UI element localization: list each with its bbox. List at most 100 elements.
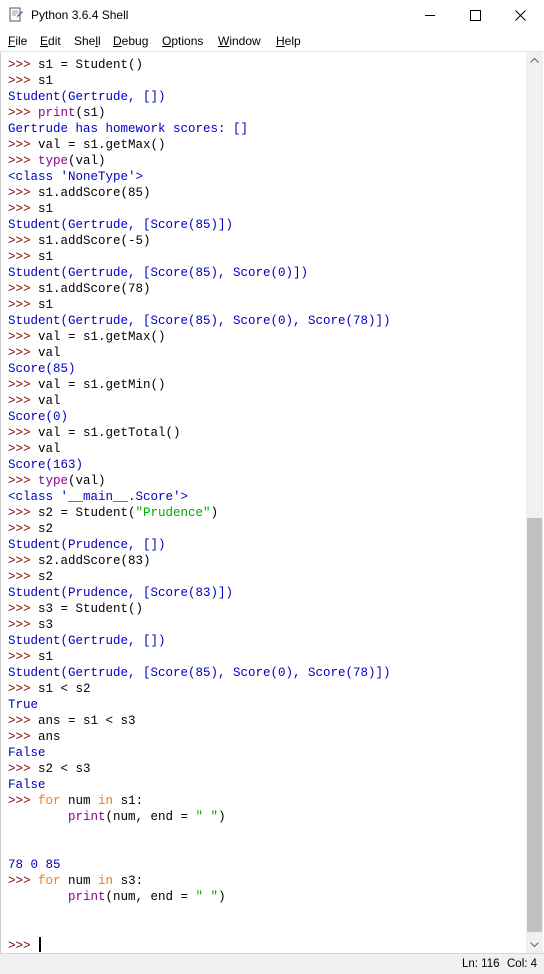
shell-token-prompt: >>> xyxy=(8,58,39,72)
shell-text-area[interactable]: >>> s1 = Student() >>> s1 Student(Gertrude… xyxy=(0,52,527,953)
shell-token-prompt: >>> xyxy=(8,330,39,344)
shell-token-builtin: type xyxy=(38,154,69,168)
shell-token-out: Score(163) xyxy=(8,458,84,472)
shell-token-out: Gertrude has homework scores: [] xyxy=(8,122,249,136)
shell-token-code: ) xyxy=(218,890,226,904)
shell-token-prompt: >>> xyxy=(8,186,39,200)
shell-line: print(num, end = " ") xyxy=(8,889,226,905)
shell-line: >>> type(val) xyxy=(8,473,106,489)
shell-line: >>> s1 xyxy=(8,201,53,217)
shell-line: >>> s2 xyxy=(8,569,53,585)
shell-token-kw: for xyxy=(38,874,61,888)
menu-options[interactable]: Options xyxy=(162,34,203,48)
title-bar[interactable]: Python 3.6.4 Shell xyxy=(0,0,544,31)
shell-token-prompt: >>> xyxy=(8,298,39,312)
shell-line: >>> val = s1.getTotal() xyxy=(8,425,181,441)
shell-line: print(num, end = " ") xyxy=(8,809,226,825)
shell-token-out: Student(Prudence, [Score(83)]) xyxy=(8,586,234,600)
shell-token-code: val xyxy=(38,346,61,360)
scrollbar-thumb[interactable] xyxy=(527,518,542,932)
shell-token-code: val = s1.getMin() xyxy=(38,378,166,392)
shell-token-out: True xyxy=(8,698,39,712)
shell-token-code: s3: xyxy=(113,874,144,888)
shell-line: >>> val xyxy=(8,441,61,457)
shell-line: >>> val = s1.getMax() xyxy=(8,329,166,345)
shell-line: <class 'NoneType'> xyxy=(8,169,143,185)
shell-line: >>> s1.addScore(78) xyxy=(8,281,151,297)
shell-line: Student(Gertrude, [Score(85)]) xyxy=(8,217,233,233)
shell-token-out: Score(0) xyxy=(8,410,69,424)
shell-line: Score(163) xyxy=(8,457,83,473)
column-number: Col: 4 xyxy=(507,958,538,970)
shell-token-code: s1 xyxy=(38,250,54,264)
shell-line: >>> val xyxy=(8,345,61,361)
shell-token-code: s3 xyxy=(38,618,54,632)
close-button[interactable] xyxy=(498,0,543,31)
window-title: Python 3.6.4 Shell xyxy=(31,8,129,22)
shell-token-out: <class 'NoneType'> xyxy=(8,170,144,184)
scroll-up-button[interactable] xyxy=(526,52,543,69)
shell-line: >>> xyxy=(8,937,42,953)
shell-line: Gertrude has homework scores: [] xyxy=(8,121,248,137)
shell-token-prompt: >>> xyxy=(8,602,39,616)
shell-token-prompt: >>> xyxy=(8,202,39,216)
menu-shell[interactable]: Shell xyxy=(74,34,101,48)
shell-token-prompt: >>> xyxy=(8,618,39,632)
menu-window[interactable]: Window xyxy=(218,34,261,48)
shell-line: False xyxy=(8,777,46,793)
shell-token-builtin: type xyxy=(38,474,69,488)
shell-token-code: (val) xyxy=(68,154,106,168)
close-icon xyxy=(515,10,526,21)
status-bar: Ln: 116 Col: 4 xyxy=(0,953,544,974)
shell-line: >>> s1 xyxy=(8,649,53,665)
shell-line: >>> ans = s1 < s3 xyxy=(8,713,136,729)
shell-token-prompt: >>> xyxy=(8,714,39,728)
shell-token-code: (s1) xyxy=(75,106,106,120)
shell-token-str: " " xyxy=(195,890,219,904)
shell-token-prompt: >>> xyxy=(8,378,39,392)
shell-line: >>> s1 xyxy=(8,249,53,265)
shell-token-code: ) xyxy=(218,810,226,824)
shell-token-prompt: >>> xyxy=(8,874,39,888)
minimize-button[interactable] xyxy=(408,0,453,31)
shell-line: >>> s1.addScore(-5) xyxy=(8,233,151,249)
shell-token-prompt: >>> xyxy=(8,730,39,744)
shell-token-out: 78 0 85 xyxy=(8,858,61,872)
shell-token-prompt: >>> xyxy=(8,474,39,488)
shell-token-prompt: >>> xyxy=(8,554,39,568)
shell-token-prompt: >>> xyxy=(8,106,39,120)
shell-token-out: Student(Gertrude, []) xyxy=(8,634,166,648)
shell-line: Student(Prudence, [Score(83)]) xyxy=(8,585,233,601)
shell-token-code: s1 xyxy=(38,298,54,312)
shell-token-kw: in xyxy=(98,874,114,888)
shell-token-code: (num, end = xyxy=(105,810,196,824)
shell-token-code: s2 = Student( xyxy=(38,506,136,520)
shell-line: >>> type(val) xyxy=(8,153,106,169)
menu-debug[interactable]: Debug xyxy=(113,34,148,48)
shell-token-builtin: print xyxy=(68,810,106,824)
menu-edit[interactable]: Edit xyxy=(40,34,61,48)
shell-token-code: s1.addScore(85) xyxy=(38,186,151,200)
shell-token-code: s2 xyxy=(38,522,54,536)
shell-token-code: val = s1.getMax() xyxy=(38,330,166,344)
shell-line: >>> s1 xyxy=(8,73,53,89)
shell-token-kw: in xyxy=(98,794,114,808)
shell-token-code: s2.addScore(83) xyxy=(38,554,151,568)
shell-token-prompt: >>> xyxy=(8,682,39,696)
scroll-down-icon xyxy=(530,942,539,948)
shell-token-out: Student(Gertrude, [Score(85)]) xyxy=(8,218,234,232)
shell-token-prompt: >>> xyxy=(8,74,39,88)
maximize-icon xyxy=(470,10,481,21)
shell-line: >>> s3 = Student() xyxy=(8,601,143,617)
shell-token-prompt: >>> xyxy=(8,234,39,248)
shell-line: >>> print(s1) xyxy=(8,105,106,121)
menu-help[interactable]: Help xyxy=(276,34,301,48)
shell-token-code: ans = s1 < s3 xyxy=(38,714,136,728)
maximize-button[interactable] xyxy=(453,0,498,31)
shell-token-str: "Prudence" xyxy=(135,506,211,520)
shell-token-prompt: >>> xyxy=(8,570,39,584)
scroll-down-button[interactable] xyxy=(526,936,543,953)
vertical-scrollbar[interactable] xyxy=(526,52,543,953)
shell-token-prompt: >>> xyxy=(8,426,39,440)
menu-file[interactable]: File xyxy=(8,34,27,48)
